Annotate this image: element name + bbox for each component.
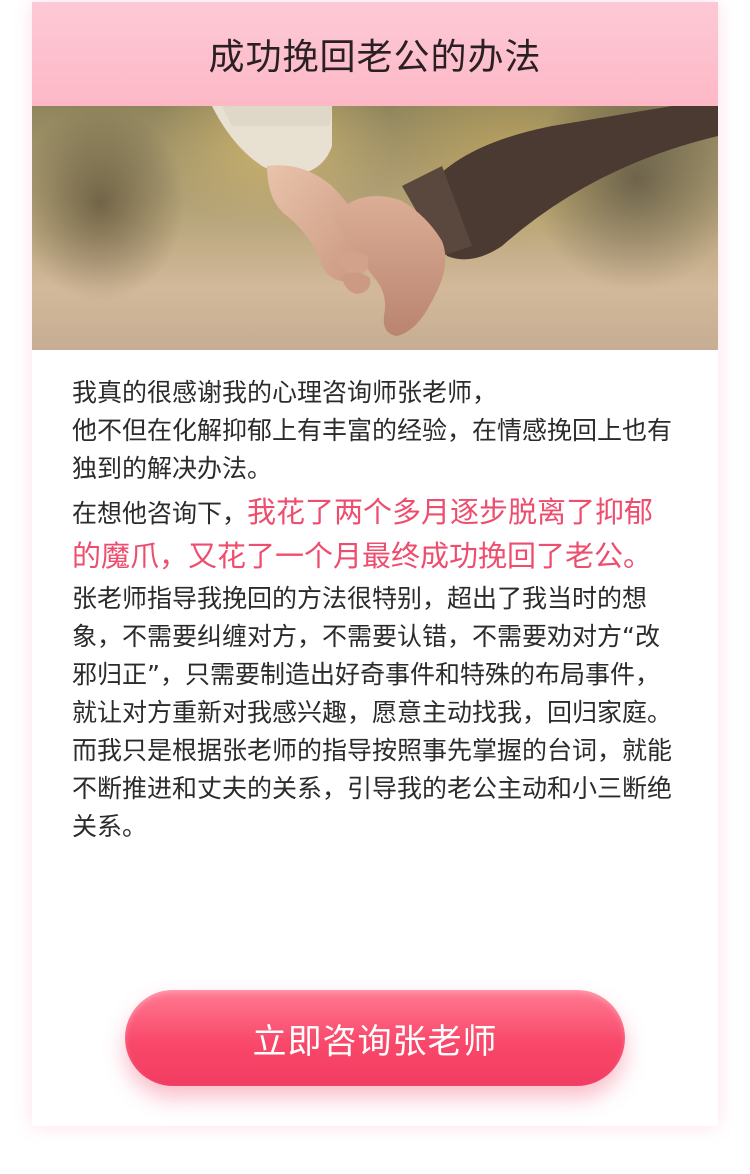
consult-button[interactable]: 立即咨询张老师	[125, 990, 625, 1086]
holding-hands-illustration	[212, 106, 718, 336]
article-card: 成功挽回老公的办法 我真的很感谢我的心理咨询师张老师， 他不但在化解抑郁上有丰富…	[32, 2, 718, 1126]
article-body: 我真的很感谢我的心理咨询师张老师， 他不但在化解抑郁上有丰富的经验，在情感挽回上…	[32, 350, 718, 846]
paragraph-1: 我真的很感谢我的心理咨询师张老师， 他不但在化解抑郁上有丰富的经验，在情感挽回上…	[72, 374, 678, 488]
paragraph-2: 在想他咨询下，我花了两个多月逐步脱离了抑郁的魔爪，又花了一个月最终成功挽回了老公…	[72, 490, 678, 578]
paragraph-3: 张老师指导我挽回的方法很特别，超出了我当时的想象，不需要纠缠对方，不需要认错，不…	[72, 584, 673, 727]
paragraph-4: 而我只是根据张老师的指导按照事先掌握的台词，就能不断推进和丈夫的关系，引导我的老…	[72, 736, 673, 841]
page-title: 成功挽回老公的办法	[208, 37, 542, 78]
hero-image	[32, 106, 718, 350]
paragraph-2-prefix: 在想他咨询下，	[72, 499, 248, 528]
line-experience: 他不但在化解抑郁上有丰富的经验，在情感挽回上也有独到的解决办法。	[72, 416, 673, 483]
header-banner: 成功挽回老公的办法	[32, 2, 718, 106]
cta-wrapper: 立即咨询张老师	[32, 990, 718, 1086]
line-thanks: 我真的很感谢我的心理咨询师张老师，	[72, 378, 498, 407]
